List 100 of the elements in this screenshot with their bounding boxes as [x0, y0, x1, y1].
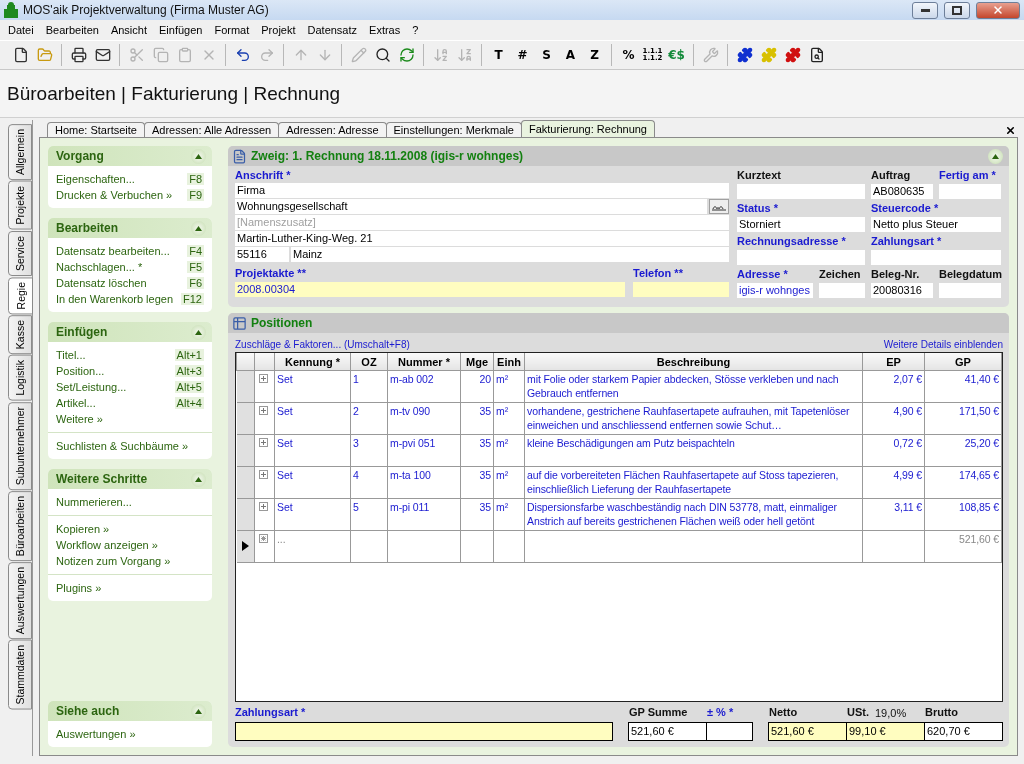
- collapse-button[interactable]: [988, 148, 1003, 164]
- document-tab[interactable]: Fakturierung: Rechnung: [520, 120, 655, 137]
- maximize-button[interactable]: [944, 1, 970, 19]
- input-field[interactable]: igis-r wohnges: [737, 283, 813, 298]
- side-tab[interactable]: Subunternehmer: [8, 401, 32, 491]
- details-link[interactable]: Weitere Details einblenden: [883, 339, 1003, 350]
- expand-icon[interactable]: [259, 502, 268, 511]
- expand-icon[interactable]: [259, 438, 268, 447]
- format-button[interactable]: #: [511, 44, 534, 66]
- input-field[interactable]: Mainz: [291, 247, 729, 262]
- collapse-button[interactable]: [191, 220, 206, 236]
- task-link[interactable]: Set/Leistung... Alt+5: [56, 379, 204, 395]
- expand-icon[interactable]: [259, 374, 268, 383]
- menu-item[interactable]: Bearbeiten: [39, 24, 105, 36]
- task-link[interactable]: Plugins »: [56, 580, 204, 596]
- input-field[interactable]: [939, 184, 1001, 199]
- side-tab[interactable]: Auswertungen: [8, 562, 32, 640]
- lookup-button[interactable]: [709, 199, 729, 214]
- menu-item[interactable]: ?: [406, 24, 425, 36]
- format-button[interactable]: A: [559, 44, 582, 66]
- input-field[interactable]: 521,60 €: [768, 722, 847, 741]
- column-header[interactable]: OZ: [350, 353, 388, 371]
- task-link[interactable]: Eigenschaften... F8: [56, 171, 204, 187]
- column-header[interactable]: Mge: [460, 353, 494, 371]
- side-tab[interactable]: Projekte: [8, 181, 32, 230]
- task-link[interactable]: Artikel... Alt+4: [56, 395, 204, 411]
- document-tab[interactable]: Einstellungen: Merkmale: [385, 122, 522, 137]
- side-tab[interactable]: Büroarbeiten: [8, 491, 32, 562]
- task-link[interactable]: Kopieren »: [56, 521, 204, 537]
- input-field[interactable]: [633, 282, 729, 297]
- input-field[interactable]: Netto plus Steuer: [871, 217, 1001, 232]
- input-field[interactable]: [939, 283, 1001, 298]
- expand-icon[interactable]: [259, 470, 268, 479]
- task-link[interactable]: Suchlisten & Suchbäume »: [56, 438, 204, 454]
- side-tab[interactable]: Kasse: [8, 315, 32, 355]
- input-field[interactable]: [819, 283, 865, 298]
- side-tab[interactable]: Logistik: [8, 355, 32, 401]
- side-tab[interactable]: Regie: [8, 276, 33, 315]
- task-link[interactable]: Datensatz bearbeiten... F4: [56, 243, 204, 259]
- format-button[interactable]: %: [617, 44, 640, 66]
- task-link[interactable]: Nachschlagen... * F5: [56, 259, 204, 275]
- task-link[interactable]: Auswertungen »: [56, 726, 204, 742]
- input-field[interactable]: Firma: [235, 183, 729, 198]
- document-tab[interactable]: Adressen: Alle Adressen: [143, 122, 280, 137]
- surcharges-link[interactable]: Zuschläge & Faktoren... (Umschalt+F8): [235, 339, 410, 350]
- side-tab[interactable]: Service: [8, 230, 32, 276]
- column-header[interactable]: EP: [862, 353, 925, 371]
- task-link[interactable]: Notizen zum Vorgang »: [56, 553, 204, 569]
- input-field[interactable]: 620,70 €: [924, 722, 1003, 741]
- input-field[interactable]: AB080635: [871, 184, 933, 199]
- column-header[interactable]: Einh: [493, 353, 525, 371]
- side-tab[interactable]: Allgemein: [8, 124, 32, 181]
- task-link[interactable]: Titel... Alt+1: [56, 347, 204, 363]
- task-link[interactable]: Drucken & Verbuchen » F9: [56, 187, 204, 203]
- menu-item[interactable]: Einfügen: [153, 24, 209, 36]
- format-button[interactable]: Z: [583, 44, 606, 66]
- expand-icon[interactable]: [259, 406, 268, 415]
- task-link[interactable]: Workflow anzeigen »: [56, 537, 204, 553]
- input-field[interactable]: Wohnungsgesellschaft: [235, 199, 707, 214]
- input-field[interactable]: [871, 250, 1001, 265]
- side-tab[interactable]: Stammdaten: [8, 640, 32, 710]
- collapse-button[interactable]: [191, 471, 206, 487]
- task-link[interactable]: Weitere »: [56, 411, 204, 427]
- menu-item[interactable]: Format: [208, 24, 256, 36]
- menu-item[interactable]: Extras: [363, 24, 407, 36]
- format-button[interactable]: S: [535, 44, 558, 66]
- task-link[interactable]: In den Warenkorb legen F12: [56, 291, 204, 307]
- input-field[interactable]: Storniert: [737, 217, 865, 232]
- document-tab[interactable]: Adressen: Adresse: [278, 122, 387, 137]
- menu-item[interactable]: Datei: [2, 24, 40, 36]
- input-field[interactable]: 521,60 €: [628, 722, 707, 741]
- input-field[interactable]: Martin-Luther-King-Weg. 21: [235, 231, 729, 246]
- task-link[interactable]: Position... Alt+3: [56, 363, 204, 379]
- task-link[interactable]: Nummerieren...: [56, 494, 204, 510]
- format-button[interactable]: T: [487, 44, 510, 66]
- collapse-button[interactable]: [191, 324, 206, 340]
- input-field[interactable]: 2008.00304: [235, 282, 625, 297]
- close-button[interactable]: [976, 1, 1020, 19]
- input-field[interactable]: 55116: [235, 247, 289, 262]
- task-link[interactable]: Datensatz löschen F6: [56, 275, 204, 291]
- column-header[interactable]: Beschreibung: [524, 353, 863, 371]
- column-header[interactable]: GP: [924, 353, 1002, 371]
- collapse-button[interactable]: [191, 148, 206, 164]
- new-row-icon[interactable]: [259, 534, 268, 543]
- row-selector[interactable]: [236, 530, 255, 563]
- menu-item[interactable]: Projekt: [255, 24, 302, 36]
- menu-item[interactable]: Ansicht: [104, 24, 153, 36]
- format-button[interactable]: €$: [665, 44, 688, 66]
- input-field[interactable]: 20080316: [871, 283, 933, 298]
- minimize-button[interactable]: [912, 1, 938, 19]
- document-tab[interactable]: Home: Startseite: [47, 122, 145, 137]
- input-field[interactable]: [737, 250, 865, 265]
- input-field[interactable]: [737, 184, 865, 199]
- collapse-button[interactable]: [191, 703, 206, 719]
- column-header[interactable]: Kennung *: [274, 353, 351, 371]
- menu-item[interactable]: Datensatz: [301, 24, 364, 36]
- column-header[interactable]: Nummer *: [387, 353, 461, 371]
- input-field[interactable]: 99,10 €: [846, 722, 925, 741]
- input-field[interactable]: [706, 722, 753, 741]
- input-field[interactable]: [235, 722, 613, 741]
